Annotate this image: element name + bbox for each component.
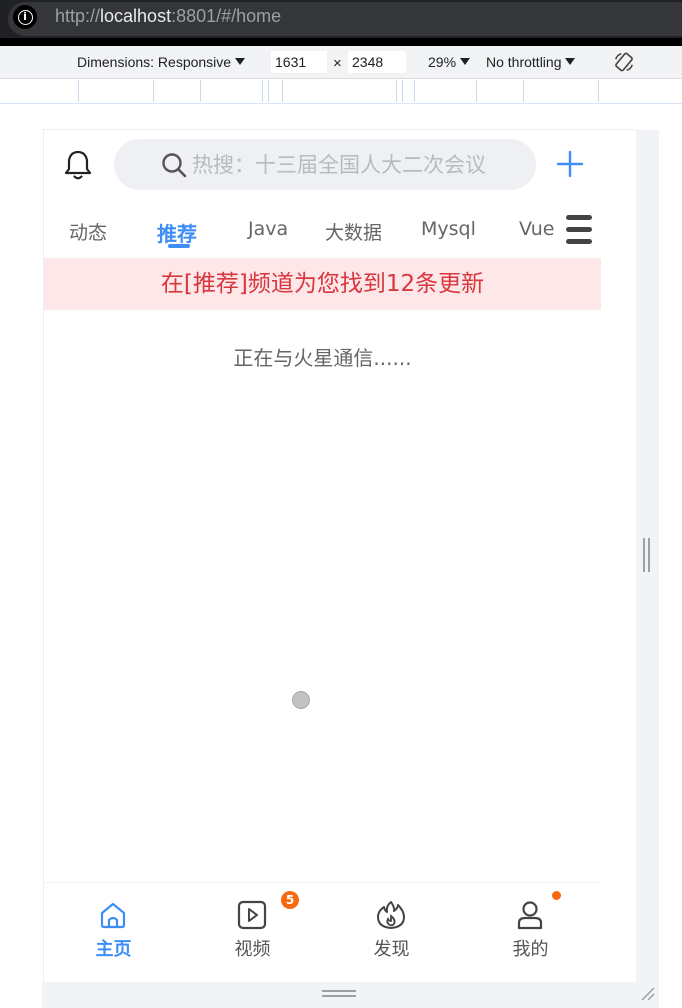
- user-icon: [517, 901, 543, 930]
- search-icon: [162, 153, 187, 178]
- site-info-icon[interactable]: i: [13, 5, 37, 29]
- resize-handle-bottom[interactable]: [322, 990, 356, 998]
- tabbar-item-discover[interactable]: 发现: [322, 883, 461, 982]
- resize-handle-right[interactable]: [643, 538, 651, 572]
- tab-vue[interactable]: Vue: [519, 218, 554, 240]
- caret-down-icon: [235, 58, 246, 65]
- throttling-label: No throttling: [486, 54, 562, 70]
- tab-tuijian[interactable]: 推荐: [157, 218, 197, 247]
- add-icon[interactable]: [556, 150, 584, 178]
- loading-text: 正在与火星通信......: [233, 346, 412, 370]
- url-host: localhost: [100, 6, 172, 26]
- tabbar-label-home: 主页: [95, 939, 132, 960]
- fire-icon: [377, 901, 405, 929]
- tabbar-label-discover: 发现: [373, 939, 410, 960]
- update-notice: 在[推荐]频道为您找到12条更新: [44, 258, 601, 310]
- screen: i http://localhost:8801/#/home Dimension…: [0, 0, 682, 1008]
- tabbar-item-video[interactable]: 视频: [183, 883, 322, 982]
- resize-corner-icon[interactable]: [640, 986, 656, 1002]
- home-icon: [100, 902, 126, 929]
- caret-down-icon: [460, 58, 471, 65]
- rotate-icon[interactable]: [613, 51, 635, 73]
- tab-dongtai[interactable]: 动态: [69, 218, 107, 245]
- zoom-label: 29%: [428, 54, 457, 70]
- times-icon: ×: [333, 55, 342, 72]
- device-toolbar: Dimensions: Responsive 1631 × 2348 29% N…: [0, 46, 682, 79]
- channel-tabs: 动态 推荐 Java 大数据 Mysql Vue: [44, 208, 636, 260]
- tabbar-item-home[interactable]: 主页: [44, 883, 183, 982]
- video-badge: 5: [281, 891, 299, 909]
- tabbar-item-me[interactable]: 我的: [461, 883, 600, 982]
- tab-mysql[interactable]: Mysql: [421, 218, 476, 240]
- caret-down-icon: [565, 58, 576, 65]
- me-notification-dot: [552, 891, 561, 900]
- dimensions-label: Dimensions: Responsive: [77, 54, 232, 70]
- touch-emulation-cursor: [292, 691, 310, 709]
- tab-dashuju[interactable]: 大数据: [325, 218, 382, 245]
- bottom-tab-bar: 主页 视频 发现 我的: [44, 882, 601, 982]
- active-tab-indicator: [168, 244, 190, 248]
- browser-url-bar: i http://localhost:8801/#/home: [0, 0, 682, 38]
- width-input[interactable]: 1631: [271, 51, 327, 73]
- media-query-ruler[interactable]: [0, 80, 682, 104]
- url-scheme: http://: [55, 6, 101, 26]
- search-bar[interactable]: [114, 139, 536, 190]
- search-input[interactable]: [192, 149, 522, 181]
- throttling-dropdown[interactable]: No throttling: [486, 54, 576, 70]
- tab-java[interactable]: Java: [248, 218, 288, 240]
- video-icon: [237, 900, 267, 930]
- tabbar-label-me: 我的: [512, 939, 549, 960]
- mobile-app: 动态 推荐 Java 大数据 Mysql Vue 在[推荐]频道为您找到12条更…: [43, 129, 636, 982]
- url-text[interactable]: http://localhost:8801/#/home: [55, 6, 281, 27]
- tabbar-label-video: 视频: [234, 939, 271, 960]
- url-path: :8801/#/home: [171, 6, 282, 26]
- dimensions-dropdown[interactable]: Dimensions: Responsive: [77, 54, 246, 70]
- channel-menu-icon[interactable]: [566, 215, 592, 245]
- zoom-dropdown[interactable]: 29%: [428, 54, 471, 70]
- bell-icon[interactable]: [61, 148, 95, 182]
- browser-divider: [0, 38, 682, 46]
- height-input[interactable]: 2348: [348, 51, 406, 73]
